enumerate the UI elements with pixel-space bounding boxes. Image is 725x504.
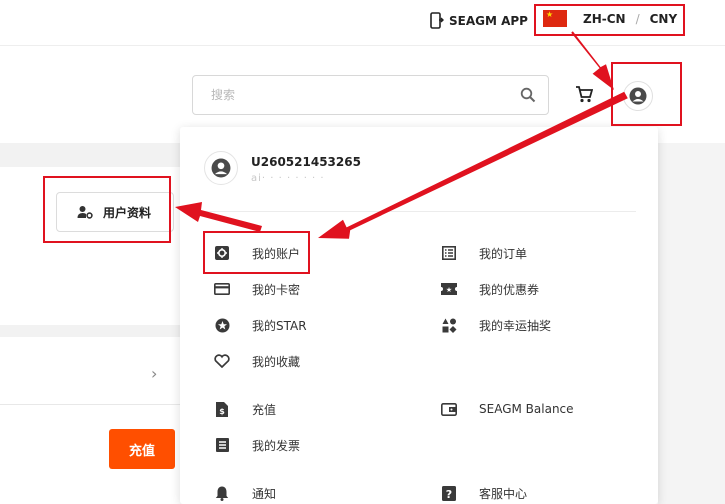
menu-item-lucky-draw[interactable]: 我的幸运抽奖 <box>441 315 551 335</box>
menu-item-label: 我的幸运抽奖 <box>479 318 552 333</box>
user-email-masked: ai· · · · · · · · <box>251 173 325 184</box>
list-icon <box>441 245 457 261</box>
menu-item-seagm-balance[interactable]: SEAGM Balance <box>441 399 574 419</box>
lucky-draw-icon <box>441 317 457 333</box>
menu-item-label: 我的STAR <box>252 318 307 333</box>
menu-item-my-coupons[interactable]: ★ 我的优惠券 <box>441 279 539 299</box>
menu-item-label: 我的订单 <box>479 246 528 261</box>
menu-item-label: 充值 <box>252 402 277 417</box>
row-divider <box>0 404 185 405</box>
annotation-box-account <box>611 62 682 126</box>
annotation-box-locale <box>534 4 685 36</box>
phone-download-icon <box>430 12 444 29</box>
card-icon <box>214 281 230 297</box>
avatar <box>204 151 238 185</box>
menu-item-my-orders[interactable]: 我的订单 <box>441 243 527 263</box>
bell-icon <box>214 485 230 501</box>
cart-icon[interactable] <box>575 86 593 103</box>
recharge-button-label: 充值 <box>128 443 155 459</box>
heart-icon <box>214 353 230 369</box>
menu-item-label: 通知 <box>252 486 277 501</box>
help-icon: ? <box>441 485 457 501</box>
svg-text:?: ? <box>446 488 452 501</box>
user-avatar-icon <box>211 158 231 178</box>
search-icon[interactable] <box>520 87 536 103</box>
menu-item-my-invoices[interactable]: 我的发票 <box>214 435 300 455</box>
recharge-button[interactable]: 充值 <box>109 429 175 469</box>
menu-item-label: 我的收藏 <box>252 354 301 369</box>
svg-text:★: ★ <box>446 286 452 294</box>
menu-item-my-star[interactable]: 我的STAR <box>214 315 307 335</box>
app-link-label: SEAGM APP <box>449 13 528 28</box>
dollar-doc-icon: $ <box>214 401 230 417</box>
app-download-link[interactable]: SEAGM APP <box>430 12 528 29</box>
chevron-right-icon[interactable]: › <box>151 364 157 383</box>
coupon-icon: ★ <box>441 281 457 297</box>
menu-item-my-favorites[interactable]: 我的收藏 <box>214 351 300 371</box>
menu-item-recharge[interactable]: $ 充值 <box>214 399 276 419</box>
annotation-box-my-account <box>203 231 310 274</box>
menu-item-notifications[interactable]: 通知 <box>214 483 276 503</box>
menu-item-label: 我的发票 <box>252 438 301 453</box>
menu-item-label: 我的卡密 <box>252 282 301 297</box>
menu-item-label: SEAGM Balance <box>479 402 574 416</box>
account-dropdown: U260521453265 ai· · · · · · · · 我的账户 我的订… <box>180 127 658 504</box>
menu-item-help-center[interactable]: ? 客服中心 <box>441 483 527 503</box>
menu-item-label: 客服中心 <box>479 486 528 501</box>
panel-divider <box>202 211 636 212</box>
menu-item-my-cards[interactable]: 我的卡密 <box>214 279 300 299</box>
star-icon <box>214 317 230 333</box>
page-background <box>658 143 725 504</box>
search-box <box>192 75 549 115</box>
annotation-box-profile <box>43 176 171 243</box>
search-input[interactable] <box>193 76 503 114</box>
menu-item-label: 我的优惠券 <box>479 282 540 297</box>
invoice-icon <box>214 437 230 453</box>
svg-text:$: $ <box>219 407 225 416</box>
wallet-icon <box>441 401 457 417</box>
username: U260521453265 <box>251 155 361 169</box>
